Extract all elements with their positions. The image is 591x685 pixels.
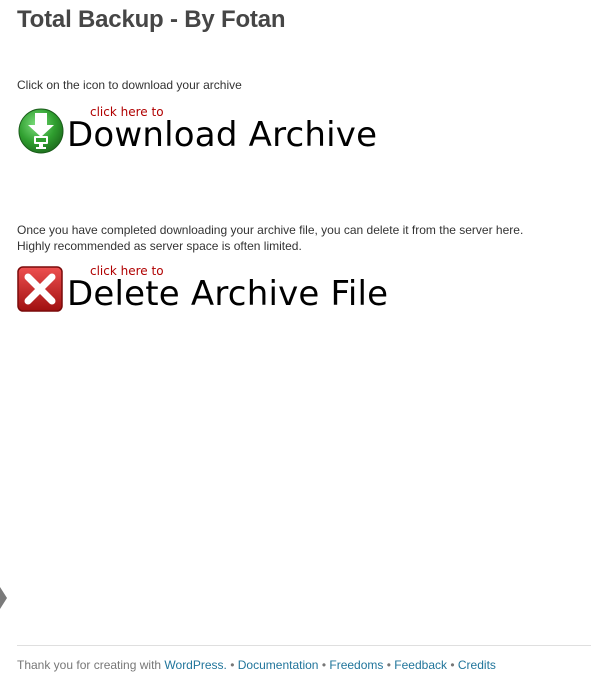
page-title: Total Backup - By Fotan: [17, 6, 286, 33]
download-archive-link[interactable]: click here to Download Archive: [17, 105, 417, 155]
download-label: Download Archive: [67, 115, 378, 155]
footer: Thank you for creating with WordPress. •…: [17, 658, 496, 672]
delete-x-icon: [17, 266, 65, 314]
download-arrow-icon: [17, 107, 65, 155]
delete-archive-link[interactable]: click here to Delete Archive File: [17, 264, 417, 314]
footer-separator: •: [230, 658, 235, 672]
footer-wordpress-link[interactable]: WordPress.: [164, 658, 226, 672]
delete-note-line-1: Once you have completed downloading your…: [17, 223, 524, 237]
footer-freedoms-link[interactable]: Freedoms: [329, 658, 383, 672]
delete-note: Once you have completed downloading your…: [17, 222, 523, 254]
collapse-arrow-icon[interactable]: [0, 587, 7, 609]
footer-feedback-link[interactable]: Feedback: [394, 658, 447, 672]
footer-credits-link[interactable]: Credits: [458, 658, 496, 672]
footer-divider: [17, 645, 591, 646]
delete-label: Delete Archive File: [67, 274, 389, 314]
footer-documentation-link[interactable]: Documentation: [238, 658, 319, 672]
footer-separator: •: [386, 658, 391, 672]
footer-separator: •: [321, 658, 327, 672]
download-intro: Click on the icon to download your archi…: [17, 78, 242, 92]
footer-thanks: Thank you for creating with: [17, 658, 165, 672]
delete-note-line-2: Highly recommended as server space is of…: [17, 239, 302, 253]
footer-separator: •: [450, 658, 455, 672]
